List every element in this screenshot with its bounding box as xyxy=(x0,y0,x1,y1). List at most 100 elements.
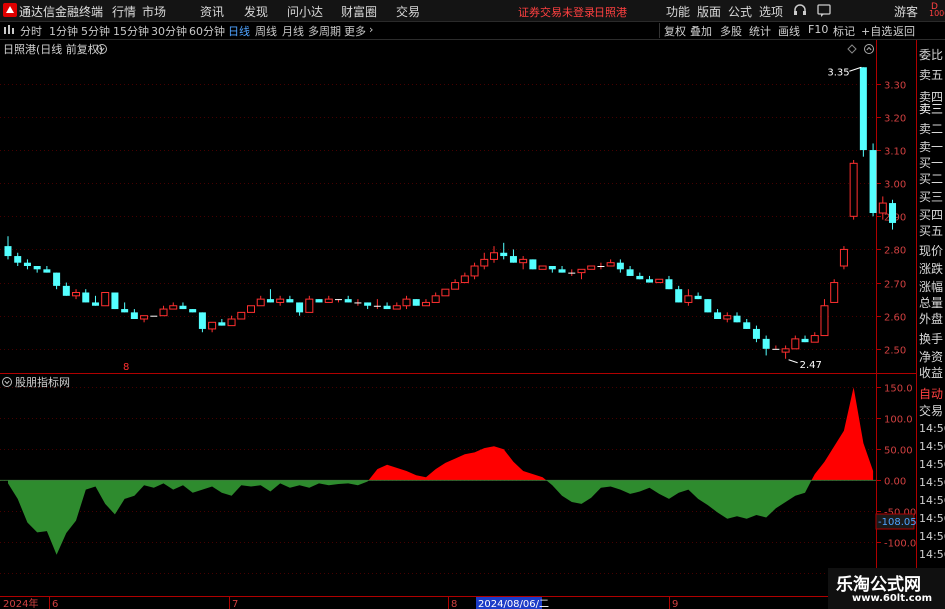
candle-body xyxy=(33,266,41,270)
candle-body xyxy=(714,312,722,319)
menu-item-discover[interactable]: 发现 xyxy=(244,3,268,20)
xaxis-label-jun: 6 xyxy=(52,599,58,609)
button-f10[interactable]: F10 xyxy=(808,23,828,36)
period-15min[interactable]: 15分钟 xyxy=(113,23,149,39)
price-tick-label: 2.60 xyxy=(884,313,906,324)
candle-body xyxy=(500,252,508,257)
menu-item-markets[interactable]: 市场 xyxy=(142,3,166,20)
period-1min[interactable]: 1分钟 xyxy=(49,23,78,39)
tab-trade[interactable]: 交易 xyxy=(919,402,943,419)
button-mark[interactable]: 标记 xyxy=(833,23,855,39)
menu-item-formula[interactable]: 公式 xyxy=(728,3,752,20)
period-60min[interactable]: 60分钟 xyxy=(189,23,225,39)
candle-body xyxy=(14,256,22,263)
quote-label[interactable]: 委比 xyxy=(919,46,943,63)
quote-label[interactable]: 买一 xyxy=(919,154,943,171)
quote-label[interactable]: 卖五 xyxy=(919,66,943,83)
candle-body xyxy=(606,262,615,267)
login-status[interactable]: 证券交易未登录 xyxy=(518,4,595,20)
tab-auto[interactable]: 自动 xyxy=(919,385,943,402)
candle-body xyxy=(247,305,255,313)
menu-item-market[interactable]: 行情 xyxy=(112,3,136,20)
button-adjust[interactable]: 复权 xyxy=(664,23,686,39)
period-intraday[interactable]: 分时 xyxy=(20,23,42,39)
candle-body xyxy=(830,282,839,303)
menu-item-ask[interactable]: 问小达 xyxy=(287,3,323,20)
period-weekly[interactable]: 周线 xyxy=(255,23,277,39)
quote-label[interactable]: 买五 xyxy=(919,222,943,239)
menu-item-function[interactable]: 功能 xyxy=(666,3,690,20)
indicator-tick-label: 150.0 xyxy=(884,384,913,395)
period-5min[interactable]: 5分钟 xyxy=(81,23,110,39)
menu-item-wealth[interactable]: 财富圈 xyxy=(341,3,377,20)
quote-label[interactable]: 收益 xyxy=(919,364,943,381)
candle-body xyxy=(130,312,138,319)
more-arrow-icon[interactable]: › xyxy=(369,23,373,36)
headset-icon[interactable] xyxy=(792,2,808,18)
menu-item-options[interactable]: 选项 xyxy=(759,3,783,20)
site-watermark: 乐淘公式网 www.60lt.com xyxy=(828,568,945,609)
candle-body xyxy=(198,312,206,329)
diamond-icon[interactable] xyxy=(847,44,857,54)
period-more[interactable]: 更多 xyxy=(344,23,366,39)
button-multi-stock[interactable]: 多股 xyxy=(720,23,742,39)
period-toolbar: 分时 1分钟 5分钟 15分钟 30分钟 60分钟 日线 周线 月线 多周期 更… xyxy=(0,22,945,40)
high-price-label: 3.35 xyxy=(827,67,849,78)
indicator-tick-label: -100.0 xyxy=(884,539,916,550)
button-statistics[interactable]: 统计 xyxy=(749,23,771,39)
indicator-tick-label: 50.00 xyxy=(884,446,913,457)
candle-body xyxy=(733,315,741,323)
quote-label[interactable]: 买三 xyxy=(919,188,943,205)
candle-body xyxy=(636,275,644,280)
cursor-date: 2024/08/06/二 xyxy=(478,599,549,609)
event-marker[interactable]: 8 xyxy=(123,362,129,373)
indicator-title: 股朋指标网 xyxy=(15,375,70,389)
menu-item-trade[interactable]: 交易 xyxy=(396,3,420,20)
quote-label[interactable]: 买二 xyxy=(919,170,943,187)
price-tick-label: 2.70 xyxy=(884,280,906,291)
quote-label[interactable]: 涨跌 xyxy=(919,260,943,277)
candle-body xyxy=(752,328,760,339)
period-daily[interactable]: 日线 xyxy=(228,23,250,39)
candle-body xyxy=(334,299,342,301)
pane-collapse-icon[interactable] xyxy=(864,44,874,54)
watermark-url: www.60lt.com xyxy=(852,593,933,604)
candle-body xyxy=(140,315,149,320)
candle-body xyxy=(315,299,323,303)
candle-body xyxy=(723,315,732,320)
indicator-settings-icon[interactable] xyxy=(2,377,12,387)
quote-label[interactable]: 卖一 xyxy=(919,138,943,155)
candle-body xyxy=(62,285,70,296)
tick-time: 14:56 xyxy=(919,512,945,525)
candle-body xyxy=(354,302,362,304)
button-overlay[interactable]: 叠加 xyxy=(690,23,712,39)
period-30min[interactable]: 30分钟 xyxy=(151,23,187,39)
period-multi[interactable]: 多周期 xyxy=(308,23,341,39)
quote-label[interactable]: 现价 xyxy=(919,242,943,259)
quote-label[interactable]: 总量 xyxy=(919,294,943,311)
quote-label[interactable]: 换手 xyxy=(919,330,943,347)
quote-label[interactable]: 卖二 xyxy=(919,120,943,137)
price-tick-label: 3.20 xyxy=(884,114,906,125)
button-draw[interactable]: 画线 xyxy=(778,23,800,39)
quote-label[interactable]: 净资 xyxy=(919,348,943,365)
quote-label[interactable]: 外盘 xyxy=(919,310,943,327)
candle-body xyxy=(402,298,411,307)
chart-type-icon[interactable] xyxy=(3,24,15,36)
message-icon[interactable] xyxy=(816,2,832,18)
button-add-watchlist[interactable]: +自选 xyxy=(861,23,892,39)
button-back[interactable]: 返回 xyxy=(893,23,915,39)
candle-body xyxy=(431,295,440,303)
quote-label[interactable]: 卖三 xyxy=(919,100,943,117)
low-price-label: 2.47 xyxy=(800,360,822,371)
candle-body xyxy=(529,259,537,270)
candle-body xyxy=(558,269,566,273)
menu-item-layout[interactable]: 版面 xyxy=(697,3,721,20)
chart-area[interactable]: 3.303.203.103.002.902.802.702.602.50 150… xyxy=(0,40,916,609)
menu-item-news[interactable]: 资讯 xyxy=(200,3,224,20)
side-top-number: 1000 xyxy=(929,9,945,18)
guest-login[interactable]: 游客 xyxy=(894,3,918,20)
quote-label[interactable]: 买四 xyxy=(919,206,943,223)
quote-label[interactable]: 涨幅 xyxy=(919,278,943,295)
period-monthly[interactable]: 月线 xyxy=(282,23,304,39)
